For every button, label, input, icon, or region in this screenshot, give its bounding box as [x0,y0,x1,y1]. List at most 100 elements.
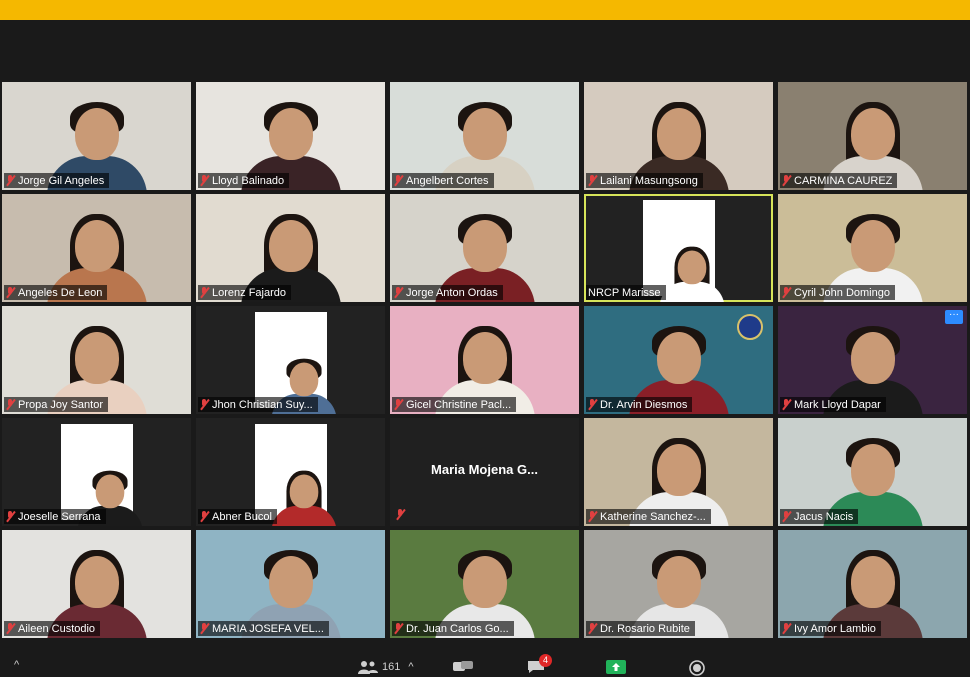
meeting-toolbar: ^ 161 ^ 4 [0,652,970,677]
muted-mic-icon [782,623,791,634]
muted-mic-icon [394,399,403,410]
participant-name-label: Angelbert Cortes [392,173,494,188]
participant-tile[interactable]: CARMINA CAUREZ [778,82,967,190]
participant-name-label: Jhon Christian Suy... [198,397,318,412]
participant-name: Joeselle Serrana [18,510,101,523]
participants-caret[interactable]: ^ [408,661,413,673]
muted-mic-icon [782,175,791,186]
share-screen-caret-button[interactable] [452,660,474,674]
participant-tile[interactable]: Gicel Christine Pacl... [390,306,579,414]
participant-name-label: Dr. Arvin Diesmos [586,397,693,412]
muted-mic-icon [588,399,597,410]
participant-name-label: Mark Lloyd Dapar [780,397,886,412]
participant-name-label: Angeles De Leon [4,285,108,300]
participant-name: CARMINA CAUREZ [794,174,893,187]
participant-name-label: NRCP Marisse [586,285,666,300]
participant-name-label: Joeselle Serrana [4,509,106,524]
participant-tile[interactable]: ··· Mark Lloyd Dapar [778,306,967,414]
muted-mic-icon [588,623,597,634]
participant-name-label: Cyril John Domingo [780,285,895,300]
participant-name-label: Lailani Masungsong [586,173,703,188]
participant-name-label: Gicel Christine Pacl... [392,397,517,412]
participant-tile[interactable]: Jorge Gil Angeles [2,82,191,190]
muted-mic-icon [396,509,405,520]
participant-name: Ivy Amor Lambio [794,622,876,635]
participant-tile[interactable]: Ivy Amor Lambio [778,530,967,638]
participant-tile[interactable]: Propa Joy Santor [2,306,191,414]
participant-name: Angeles De Leon [18,286,103,299]
participant-name-label: MARIA JOSEFA VEL... [198,621,329,636]
participant-name: MARIA JOSEFA VEL... [212,622,324,635]
muted-mic-icon [394,623,403,634]
participant-tile[interactable]: Abner Bucol [196,418,385,526]
participant-tile[interactable]: Katherine Sanchez-... [584,418,773,526]
participant-name-label: Lloyd Balinado [198,173,290,188]
participant-tile[interactable]: Jacus Nacis [778,418,967,526]
participant-tile[interactable]: Angelbert Cortes [390,82,579,190]
muted-mic-icon [6,175,15,186]
participant-tile[interactable]: Lailani Masungsong [584,82,773,190]
record-button[interactable] [688,660,706,676]
participant-name: Dr. Juan Carlos Go... [406,622,509,635]
muted-mic-icon [200,399,209,410]
participant-name-label: Katherine Sanchez-... [586,509,711,524]
participant-name: Cyril John Domingo [794,286,890,299]
participant-name: Aileen Custodio [18,622,96,635]
participant-name: Katherine Sanchez-... [600,510,706,523]
muted-mic-icon [588,511,597,522]
participant-name: Gicel Christine Pacl... [406,398,512,411]
participant-profile-photo [254,424,336,526]
participant-name: Angelbert Cortes [406,174,489,187]
participant-tile[interactable]: Aileen Custodio [2,530,191,638]
muted-mic-icon [6,287,15,298]
muted-mic-icon [394,287,403,298]
muted-mic-icon [782,511,791,522]
participant-tile[interactable]: MARIA JOSEFA VEL... [196,530,385,638]
share-screen-button[interactable] [605,659,627,675]
more-options-icon[interactable]: ··· [945,310,963,324]
participant-tile[interactable]: Cyril John Domingo [778,194,967,302]
participant-name-label: Lorenz Fajardo [198,285,291,300]
participant-name-label: Ivy Amor Lambio [780,621,881,636]
participant-name: Jacus Nacis [794,510,854,523]
participant-tile[interactable]: Dr. Arvin Diesmos [584,306,773,414]
participant-name-label: CARMINA CAUREZ [780,173,898,188]
participant-tile[interactable]: Dr. Rosario Rubite [584,530,773,638]
participants-icon [358,661,378,674]
muted-mic-icon [6,623,15,634]
participant-tile[interactable]: Jhon Christian Suy... [196,306,385,414]
participant-name: NRCP Marisse [588,286,661,299]
participant-tile[interactable]: Dr. Juan Carlos Go... [390,530,579,638]
participant-name-label: Jorge Gil Angeles [4,173,110,188]
participant-tile[interactable]: Maria Mojena G... [390,418,579,526]
chat-button[interactable]: 4 [527,654,552,674]
participant-tile[interactable]: Lorenz Fajardo [196,194,385,302]
muted-mic-icon [200,175,209,186]
participant-tile[interactable]: Jorge Anton Ordas [390,194,579,302]
participant-tile[interactable]: Joeselle Serrana [2,418,191,526]
participant-tile[interactable]: NRCP Marisse [584,194,773,302]
top-banner [0,0,970,20]
muted-mic-icon [394,175,403,186]
share-screen-icon [606,660,626,674]
chat-bubbles-icon [453,661,473,671]
participant-name: Lailani Masungsong [600,174,698,187]
muted-mic-icon [200,511,209,522]
muted-mic-icon [588,175,597,186]
participant-name-label: Aileen Custodio [4,621,101,636]
audio-options-caret[interactable]: ^ [14,659,19,671]
participants-button[interactable]: 161 ^ [357,660,414,674]
participant-tile[interactable]: Angeles De Leon [2,194,191,302]
participant-name: Mark Lloyd Dapar [794,398,881,411]
participant-profile-photo [642,200,724,302]
participant-tile[interactable]: Lloyd Balinado [196,82,385,190]
gallery-view: Jorge Gil Angeles Lloyd Balinado Angelbert… [2,82,968,638]
participant-name: Jhon Christian Suy... [212,398,313,411]
muted-mic-icon [200,287,209,298]
participant-name-label: Dr. Rosario Rubite [586,621,695,636]
muted-mic-icon [6,399,15,410]
organization-logo-icon [737,314,763,340]
record-icon [689,660,705,676]
muted-mic-icon [782,287,791,298]
participant-name-label: Jorge Anton Ordas [392,285,503,300]
